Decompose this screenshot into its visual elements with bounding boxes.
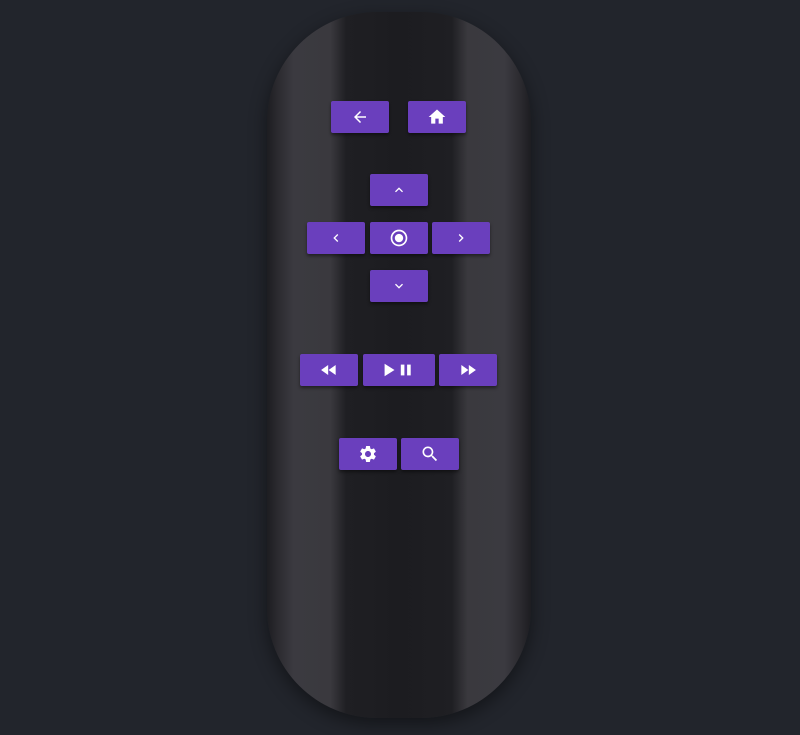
home-icon [428, 109, 446, 124]
chevron-down-icon [395, 283, 403, 289]
fast-forward-button[interactable] [439, 354, 497, 386]
ok-button[interactable] [370, 222, 428, 254]
up-button[interactable] [370, 174, 428, 206]
fast-rewind-icon [321, 365, 336, 375]
fast-forward-icon [461, 365, 476, 375]
play-pause-icon [384, 363, 411, 377]
rewind-button[interactable] [300, 354, 358, 386]
arrow-left-icon [354, 111, 366, 123]
search-button[interactable] [401, 438, 459, 470]
play-pause-button[interactable] [363, 354, 435, 386]
search-icon [422, 446, 438, 462]
gear-icon [360, 446, 376, 462]
settings-button[interactable] [339, 438, 397, 470]
home-button[interactable] [408, 101, 466, 133]
back-button[interactable] [331, 101, 389, 133]
chevron-up-icon [395, 187, 403, 193]
left-button[interactable] [307, 222, 365, 254]
chevron-right-icon [458, 234, 464, 242]
radio-button-checked-icon [390, 229, 408, 247]
right-button[interactable] [432, 222, 490, 254]
chevron-left-icon [333, 234, 339, 242]
down-button[interactable] [370, 270, 428, 302]
